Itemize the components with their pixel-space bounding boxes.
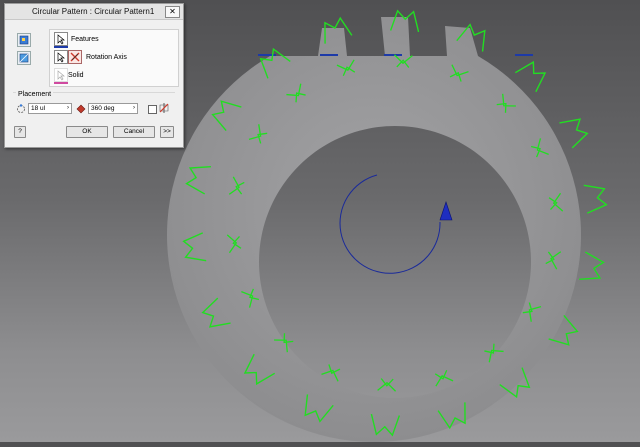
close-button[interactable]: ✕ [165, 6, 180, 18]
occurrence-angle-input[interactable]: 360 deg › [88, 103, 138, 114]
pattern-preview-occurrence [583, 184, 608, 214]
solid-underline [54, 82, 68, 84]
features-underline [54, 46, 68, 48]
chevron-right-icon[interactable]: › [67, 104, 69, 113]
pattern-individual-features-icon[interactable] [17, 33, 31, 47]
pattern-preview-occurrence [514, 60, 547, 93]
rotation-axis-arc [339, 174, 441, 274]
midplane-icon [158, 102, 170, 116]
pattern-preview-occurrence [579, 251, 605, 281]
ok-button[interactable]: OK [66, 126, 108, 138]
occurrence-count-input[interactable]: 18 ul › [28, 103, 72, 114]
dialog-title: Circular Pattern : Circular Pattern1 [32, 7, 155, 16]
rotation-axis-select-cursor-icon[interactable] [54, 50, 68, 64]
occurrence-angle-value: 360 deg [91, 105, 115, 112]
occurrence-angle-icon [76, 104, 86, 116]
placement-label: Placement [16, 91, 54, 98]
solid-label: Solid [68, 72, 84, 79]
gear-ring[interactable] [167, 17, 581, 442]
pattern-preview-inner-mark [434, 370, 454, 387]
rotation-axis-arrow-icon[interactable] [439, 201, 453, 221]
rotation-axis-label: Rotation Axis [86, 54, 127, 61]
selection-panel: Features Rotation Axis Solid [49, 29, 179, 87]
pattern-entire-solid-icon[interactable] [17, 51, 31, 65]
features-select-cursor-icon[interactable] [54, 32, 68, 46]
dialog-titlebar[interactable]: Circular Pattern : Circular Pattern1 ✕ [5, 4, 183, 20]
circular-pattern-dialog: Circular Pattern : Circular Pattern1 ✕ F… [4, 3, 184, 148]
pattern-preview-inner-mark [377, 378, 397, 392]
help-icon: ? [18, 128, 22, 135]
pattern-preview-occurrence [559, 118, 589, 149]
occurrence-count-value: 18 ul [31, 105, 46, 112]
features-label: Features [71, 36, 99, 43]
occurrence-count-icon [16, 104, 26, 116]
flip-axis-icon[interactable] [68, 50, 82, 64]
chevron-right-icon[interactable]: › [133, 104, 135, 113]
more-button[interactable]: >> [160, 126, 174, 138]
solid-select-cursor-icon[interactable] [54, 68, 68, 82]
help-button[interactable]: ? [14, 126, 26, 138]
midplane-checkbox[interactable] [148, 105, 157, 114]
cancel-button[interactable]: Cancel [113, 126, 155, 138]
